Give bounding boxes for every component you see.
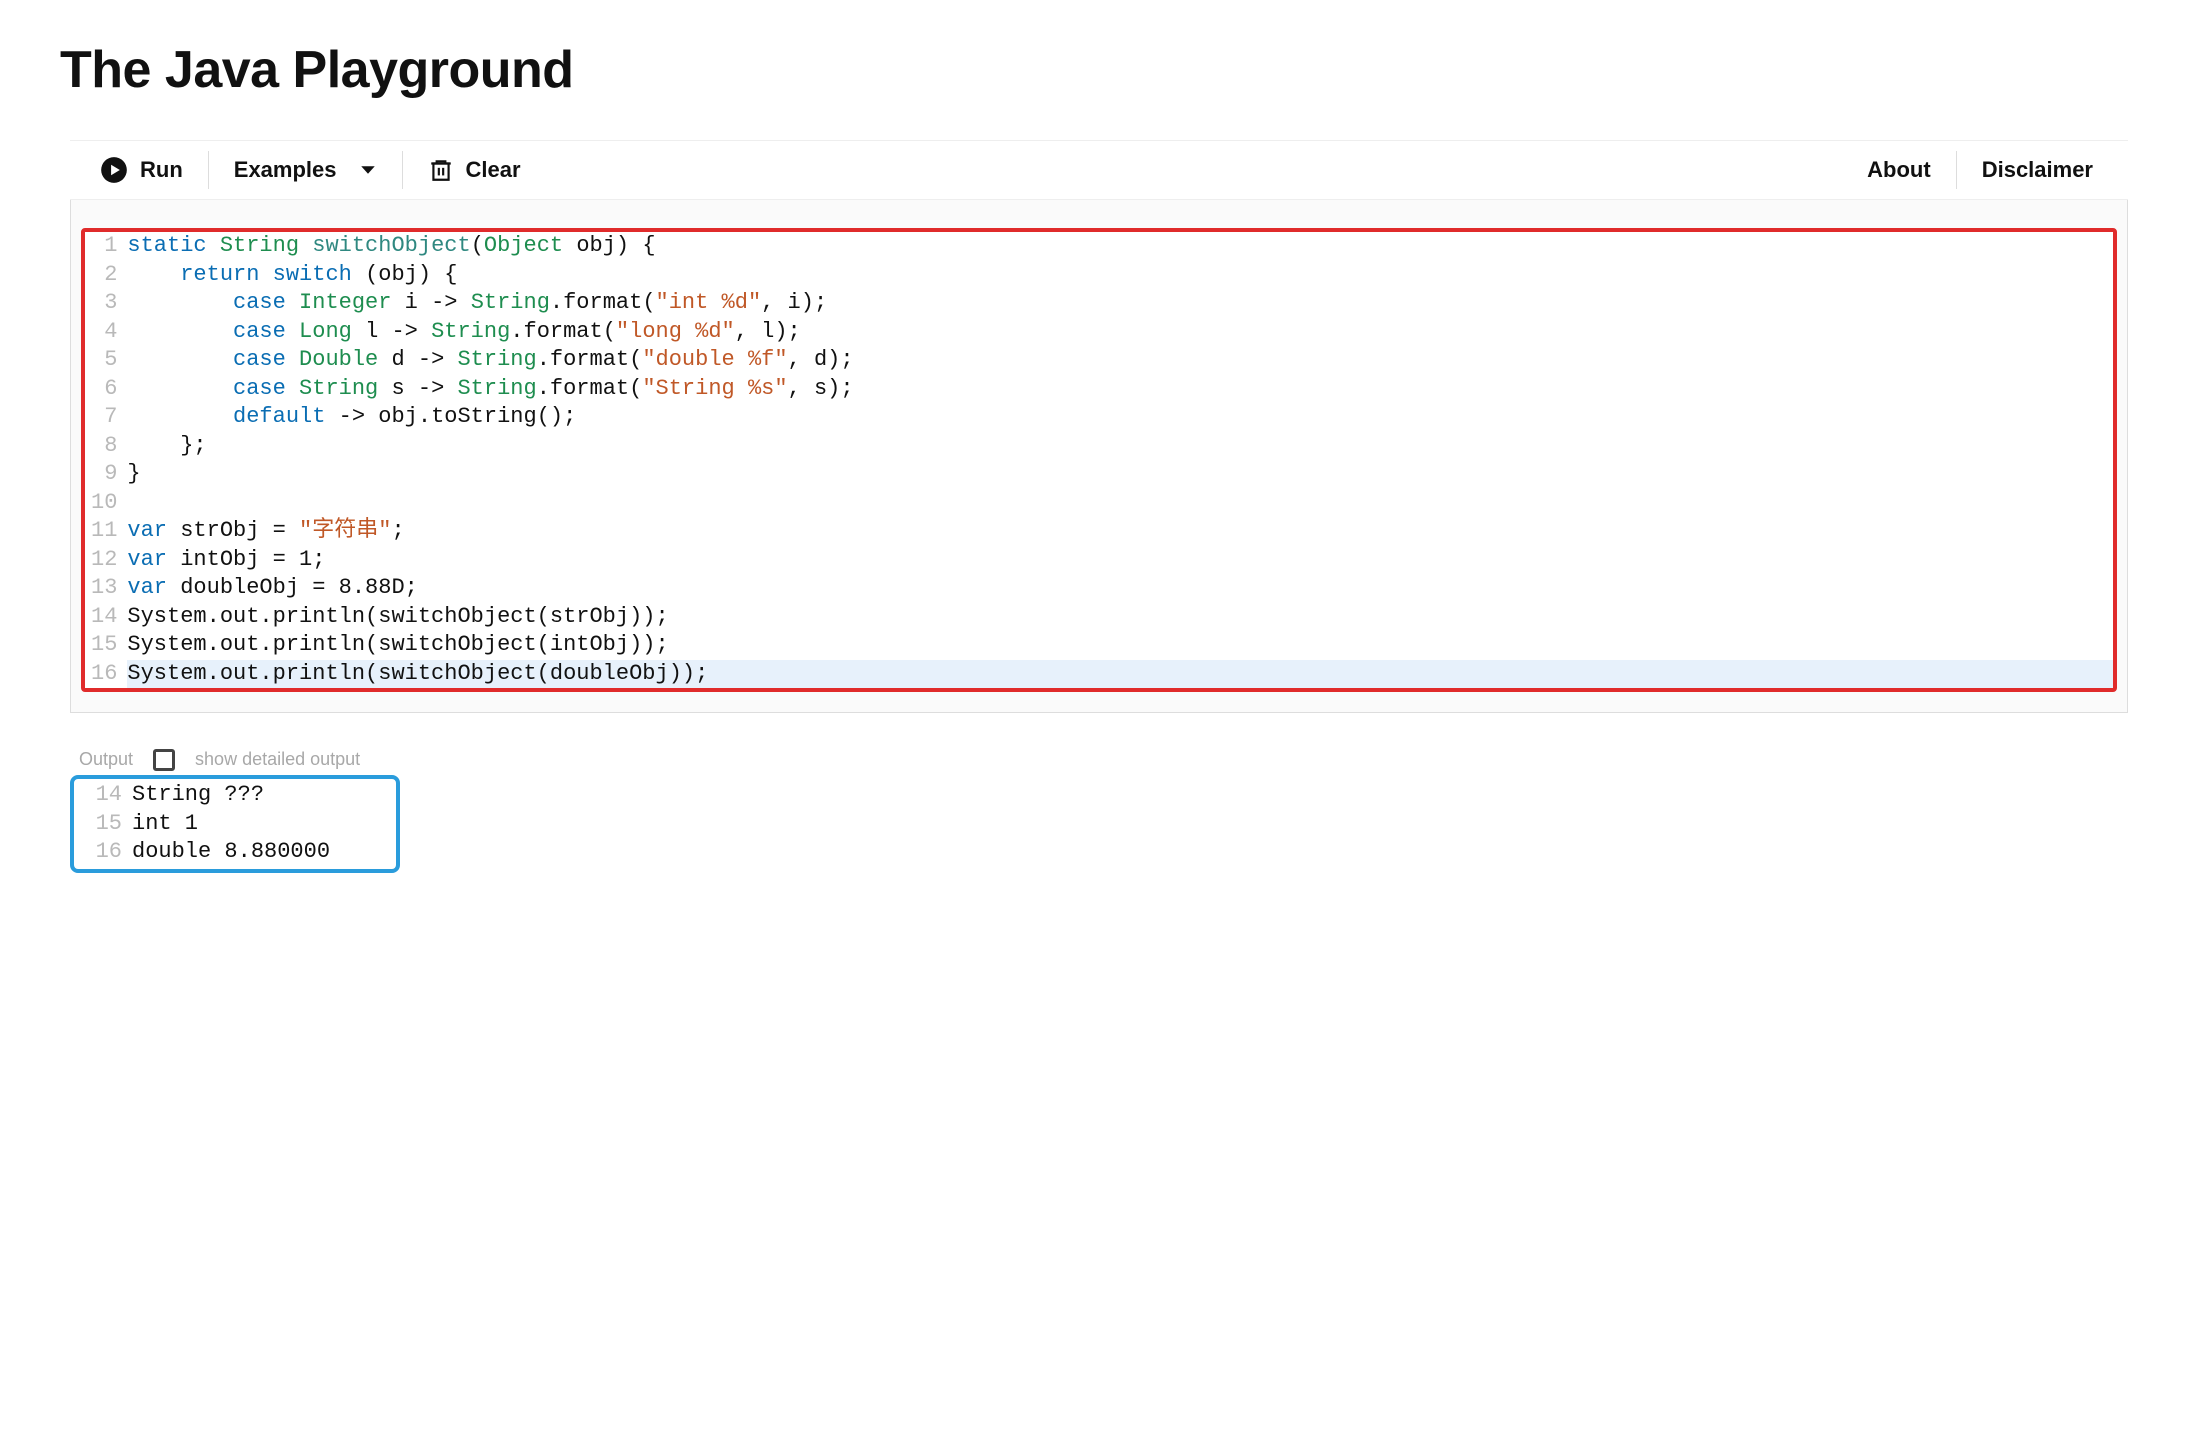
output-line-number: 16 [86,838,122,867]
toolbar: Run Examples Clear About Disclaimer [70,140,2128,200]
code-line[interactable]: var strObj = "字符串"; [127,517,2113,546]
line-number: 11 [91,517,119,546]
code-line[interactable]: var intObj = 1; [127,546,2113,575]
code-line[interactable]: var doubleObj = 8.88D; [127,574,2113,603]
code-line[interactable]: } [127,460,2113,489]
editor-gutter: 12345678910111213141516 [85,232,121,688]
clear-button[interactable]: Clear [403,155,546,185]
examples-dropdown[interactable]: Examples [209,155,402,185]
output-line: String ??? [132,781,330,810]
line-number: 6 [91,375,119,404]
code-line[interactable]: case String s -> String.format("String %… [127,375,2113,404]
line-number: 14 [91,603,119,632]
code-line[interactable]: case Long l -> String.format("long %d", … [127,318,2113,347]
code-line[interactable]: System.out.println(switchObject(doubleOb… [127,660,2113,689]
output-line: int 1 [132,810,330,839]
output-body: String ???int 1double 8.880000 [128,781,330,867]
line-number: 10 [91,489,119,518]
annotation-blue-box: 141516 String ???int 1double 8.880000 [70,775,400,873]
trash-icon [428,157,454,183]
output-label: Output [75,743,137,777]
code-line[interactable]: return switch (obj) { [127,261,2113,290]
code-line[interactable] [127,489,2113,518]
line-number: 1 [91,232,119,261]
line-number: 3 [91,289,119,318]
page-title: The Java Playground [60,40,2138,100]
editor-panel: 12345678910111213141516 static String sw… [70,200,2128,713]
line-number: 8 [91,432,119,461]
show-detailed-label: show detailed output [191,743,364,777]
examples-label: Examples [234,157,337,183]
run-label: Run [140,157,183,183]
annotation-red-box: 12345678910111213141516 static String sw… [81,228,2117,692]
output-line-number: 14 [86,781,122,810]
code-line[interactable]: static String switchObject(Object obj) { [127,232,2113,261]
console-output: 141516 String ???int 1double 8.880000 [74,779,396,869]
editor-body[interactable]: static String switchObject(Object obj) {… [121,232,2113,688]
line-number: 9 [91,460,119,489]
code-line[interactable]: case Integer i -> String.format("int %d"… [127,289,2113,318]
code-editor[interactable]: 12345678910111213141516 static String sw… [85,232,2113,688]
code-line[interactable]: System.out.println(switchObject(strObj))… [127,603,2113,632]
line-number: 4 [91,318,119,347]
disclaimer-label: Disclaimer [1982,157,2093,183]
disclaimer-link[interactable]: Disclaimer [1957,155,2118,185]
code-line[interactable]: case Double d -> String.format("double %… [127,346,2113,375]
line-number: 15 [91,631,119,660]
line-number: 16 [91,660,119,689]
clear-label: Clear [466,157,521,183]
show-detailed-checkbox[interactable] [153,749,175,771]
code-line[interactable]: }; [127,432,2113,461]
line-number: 7 [91,403,119,432]
chevron-down-icon [359,161,377,179]
play-icon [100,156,128,184]
code-line[interactable]: System.out.println(switchObject(intObj))… [127,631,2113,660]
about-label: About [1867,157,1931,183]
output-gutter: 141516 [74,781,128,867]
output-header: Output show detailed output [70,713,2128,777]
line-number: 12 [91,546,119,575]
output-line-number: 15 [86,810,122,839]
about-link[interactable]: About [1842,155,1956,185]
run-button[interactable]: Run [100,154,208,186]
code-line[interactable]: default -> obj.toString(); [127,403,2113,432]
line-number: 5 [91,346,119,375]
line-number: 13 [91,574,119,603]
line-number: 2 [91,261,119,290]
output-line: double 8.880000 [132,838,330,867]
